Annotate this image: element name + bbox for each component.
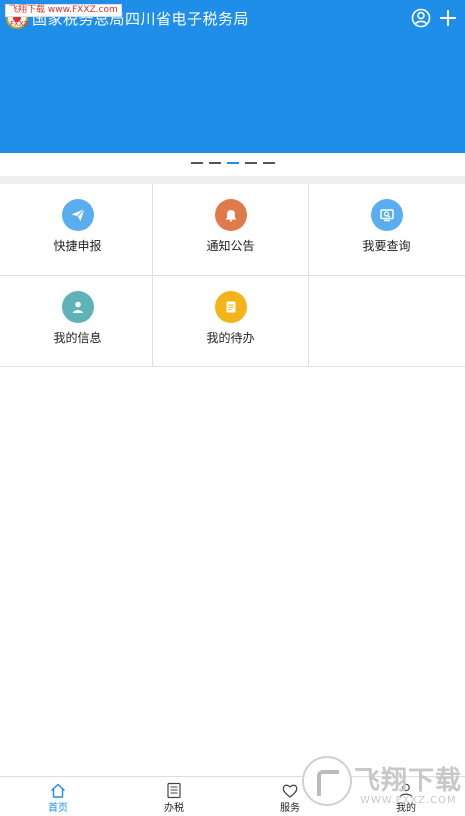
tab-label: 办税: [164, 803, 184, 814]
bell-icon: [214, 199, 247, 231]
tab-tax[interactable]: 办税: [116, 777, 232, 816]
paper-plane-icon: [61, 199, 94, 231]
carousel-dot[interactable]: [262, 162, 275, 164]
grid-item-label: 我的信息: [53, 331, 102, 345]
site-watermark: 飞翔下载 WWW.FXXZ.COM: [298, 752, 463, 814]
list-icon: [167, 782, 181, 799]
function-grid: 快捷申报 通知公告 我要查询 我的信息 我的待办: [0, 184, 465, 367]
carousel-dot[interactable]: [190, 162, 203, 164]
watermark-url: WWW.FXXZ.COM: [360, 795, 457, 806]
app-header: 国家税务总局四川省电子税务局 飞翔下载 www.FXXZ.com FXXZ: [0, 0, 465, 36]
home-icon: [51, 783, 65, 798]
grid-item-my-info[interactable]: 我的信息: [0, 276, 155, 367]
carousel-dot[interactable]: [208, 162, 221, 164]
grid-item-notices[interactable]: 通知公告: [153, 184, 308, 275]
watermark-logo-icon: [302, 756, 352, 806]
user-icon: [61, 291, 94, 323]
section-separator: [0, 176, 465, 184]
carousel-dot-active[interactable]: [226, 162, 239, 164]
grid-item-my-todo[interactable]: 我的待办: [153, 276, 308, 367]
heart-icon: [282, 784, 298, 798]
watermark-brand: 飞翔下载: [354, 766, 463, 796]
grid-item-label: 通知公告: [206, 239, 255, 253]
tab-label: 首页: [48, 803, 68, 814]
watermark-badge: 飞翔下载 www.FXXZ.com: [5, 4, 122, 17]
monitor-search-icon: [370, 199, 403, 231]
grid-item-label: 快捷申报: [53, 239, 102, 253]
grid-item-label: 我的待办: [206, 331, 255, 345]
tab-home[interactable]: 首页: [0, 777, 116, 816]
plus-icon: [440, 10, 456, 26]
watermark-subtext: FXXZ: [10, 20, 29, 28]
carousel-dot[interactable]: [244, 162, 257, 164]
grid-item-quick-declare[interactable]: 快捷申报: [0, 184, 155, 275]
carousel-indicator: [0, 158, 465, 168]
grid-item-query[interactable]: 我要查询: [309, 184, 464, 275]
user-profile-button[interactable]: [410, 7, 432, 29]
clipboard-icon: [214, 291, 247, 323]
add-button[interactable]: [437, 7, 459, 29]
grid-item-label: 我要查询: [362, 239, 411, 253]
user-circle-icon: [411, 8, 431, 28]
